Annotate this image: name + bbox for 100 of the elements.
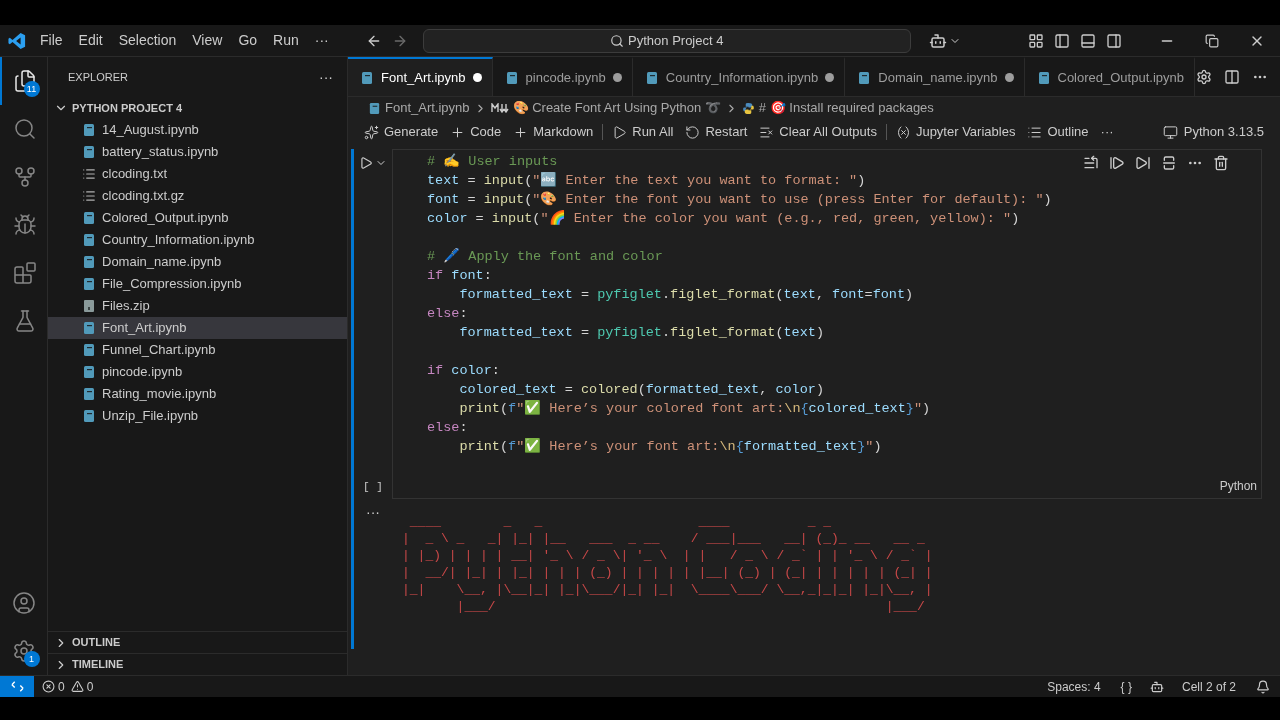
split-editor-icon[interactable] [1224, 68, 1240, 85]
explorer-entry[interactable]: 14_August.ipynb [48, 119, 347, 141]
toolbar-button[interactable]: Outline [1021, 121, 1095, 143]
tab[interactable]: Domain_name.ipynb [845, 57, 1025, 96]
code-line: color = input("🌈 Enter the color you want (e.g., red, green, yellow): ") [427, 209, 1020, 228]
notebook-icon [1036, 70, 1051, 85]
explorer-entry[interactable]: pincode.ipynb [48, 361, 347, 383]
notebook-icon [504, 70, 519, 85]
notebook-icon [82, 211, 96, 225]
menu-item[interactable]: File [32, 28, 71, 53]
menu-item[interactable]: View [184, 28, 231, 53]
notebook-icon [82, 321, 96, 335]
code-line: else: [427, 419, 468, 437]
explorer-entry[interactable]: Country_Information.ipynb [48, 229, 347, 251]
explorer-entry[interactable]: Funnel_Chart.ipynb [48, 339, 347, 361]
notifications-icon[interactable] [1256, 679, 1270, 694]
code-cell[interactable] [392, 149, 1262, 499]
tab[interactable]: Colored_Output.ipynb [1024, 57, 1195, 96]
tab[interactable]: Font_Art.ipynb [348, 57, 493, 96]
explorer-entry[interactable]: clcoding.txt.gz [48, 185, 347, 207]
remote-button[interactable] [0, 676, 34, 697]
toolbar-button[interactable]: Clear All Outputs [753, 121, 883, 143]
execution-count: [ ] [363, 479, 383, 495]
breadcrumb-item[interactable]: 🎨 Create Font Art Using Python ➰ [512, 98, 721, 118]
toolbar-button[interactable]: Generate [358, 121, 445, 143]
code-line: else: [427, 305, 468, 323]
robot-icon [928, 31, 947, 50]
indentation-status[interactable]: Spaces: 4 [1037, 677, 1111, 696]
text-file-icon [82, 189, 96, 203]
tab[interactable]: Country_Information.ipynb [632, 57, 846, 96]
badge: 11 [23, 81, 40, 97]
notebook-icon [82, 123, 96, 137]
extensions-icon [12, 261, 37, 285]
menu-item[interactable]: Run [265, 28, 307, 53]
run-cell-button[interactable] [359, 156, 387, 170]
run-below-icon[interactable] [1135, 155, 1151, 171]
explorer-entry[interactable]: clcoding.txt [48, 163, 347, 185]
output-more-button[interactable]: ··· [366, 505, 380, 615]
toolbar-button[interactable]: Code [444, 121, 508, 143]
sidebar-title: EXPLORER [68, 69, 128, 85]
toolbar-button[interactable]: Restart [679, 121, 754, 143]
explorer-entry[interactable]: Files.zip [48, 295, 347, 317]
run-above-icon[interactable] [1109, 155, 1125, 171]
layout-icon[interactable] [1028, 32, 1044, 49]
more-button[interactable]: ··· [319, 66, 333, 88]
breadcrumb-item[interactable]: Font_Art.ipynb [385, 98, 470, 118]
search-field[interactable]: Python Project 4 [422, 28, 911, 53]
notebook-icon [360, 70, 374, 85]
search-icon [610, 33, 625, 48]
explorer-entry[interactable]: Domain_name.ipynb [48, 251, 347, 273]
explorer-entry[interactable]: File_Compression.ipynb [48, 273, 347, 295]
explorer-entry[interactable]: battery_status.ipynb [48, 141, 347, 163]
toolbar-button[interactable]: Run All [606, 121, 680, 143]
badge: 1 [23, 651, 40, 667]
menu-item[interactable]: Selection [110, 28, 185, 53]
code-line: if color: [427, 362, 500, 380]
manage-button[interactable]: 1 [0, 627, 48, 675]
explorer-entry[interactable]: Font_Art.ipynb [48, 317, 347, 339]
notebook-icon [82, 409, 96, 423]
restore-icon[interactable] [1205, 33, 1219, 48]
explorer-entry[interactable]: Unzip_File.ipynb [48, 405, 347, 427]
language-status[interactable]: { } [1110, 677, 1142, 696]
explorer-entry[interactable]: Rating_movie.ipynb [48, 383, 347, 405]
copilot-button[interactable] [928, 31, 961, 50]
toolbar-button[interactable]: ··· [1094, 121, 1120, 143]
panel-bottom-icon[interactable] [1080, 32, 1096, 49]
explorer-entry[interactable]: Colored_Output.ipynb [48, 207, 347, 229]
toolbar-button[interactable]: Jupyter Variables [889, 121, 1022, 143]
cell-language[interactable]: Python [1219, 477, 1257, 495]
panel-right-icon[interactable] [1106, 32, 1122, 49]
warning-icon [70, 680, 84, 693]
cell-position[interactable]: Cell 2 of 2 [1171, 677, 1246, 696]
settings-icon [11, 639, 36, 663]
code-line: if font: [427, 267, 492, 285]
tab[interactable]: pincode.ipynb [492, 57, 633, 96]
code-line: print(f"✅ Here’s your font art:\n{formatted_text}") [458, 437, 882, 456]
run-by-line-icon[interactable] [1083, 155, 1099, 171]
robot-icon[interactable] [1149, 679, 1164, 694]
menu-item[interactable]: Go [230, 28, 266, 53]
panel-left-icon[interactable] [1054, 32, 1070, 49]
section-header[interactable]: OUTLINE [48, 631, 347, 653]
problems-button[interactable]: 0 0 [34, 677, 102, 696]
breadcrumb-item[interactable]: # 🎯 Install required packages [758, 98, 934, 118]
menu-item[interactable]: Edit [70, 28, 111, 53]
notebook-icon [857, 70, 872, 85]
ascii-art-output: ____ _ _ ____ _ _ | _ \ _ _| |_| |__ ___ _ __ / ___|___ __| (_)_ __ __ _ | |_) | | | | __| '_ \ / _ \| '_ \ | | / _ \ / _` | | '_ \ / _` | | __/| |_| | |_| | | | (_) | | | | | |__| (_) | (_| | | | | | (_| | |_| \__, |\__|_| |_|\___/|_| |_| \____\___/ \__,_|_|_| |_|\__, | |___/ |___/ [402, 513, 933, 615]
delete-icon[interactable] [1213, 155, 1229, 171]
variable-icon [895, 124, 911, 140]
toolbar-button[interactable]: Markdown [507, 121, 600, 143]
play-icon [359, 156, 373, 170]
notebook-icon [82, 277, 96, 291]
zip-file-icon [82, 299, 96, 313]
settings-icon[interactable] [1196, 68, 1212, 85]
folder-header[interactable]: PYTHON PROJECT 4 [48, 97, 347, 119]
plus-icon [450, 124, 466, 140]
split-cell-icon[interactable] [1161, 155, 1177, 171]
kernel-picker[interactable]: Python 3.13.5 [1158, 122, 1268, 142]
code-line: font = input("🎨 Enter the font you want to use (press Enter for default): ") [427, 190, 1052, 209]
sparkle-icon [364, 124, 379, 140]
menu-item[interactable]: ··· [306, 28, 337, 53]
